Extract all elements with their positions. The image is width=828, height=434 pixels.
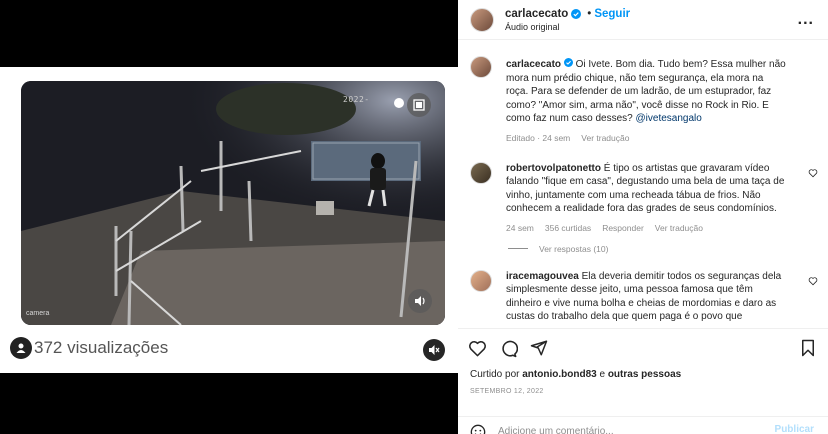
comment-username[interactable]: robertovolpatonetto [506, 163, 601, 174]
like-button[interactable] [468, 339, 487, 358]
post-date: SETEMBRO 12, 2022 [470, 388, 544, 395]
verified-icon [563, 58, 573, 67]
mention-link[interactable]: @ivetesangalo [636, 113, 702, 124]
video-player[interactable]: 2022- camera [21, 81, 445, 325]
likes-prefix: Curtido por [470, 369, 520, 380]
publish-button[interactable]: Publicar [775, 424, 814, 434]
user-icon [10, 337, 32, 359]
caption-edited: Editado · 24 sem [506, 132, 571, 143]
audio-link[interactable]: Áudio original [505, 22, 630, 32]
emoji-icon[interactable] [470, 424, 486, 434]
mute-icon [429, 345, 440, 355]
comment-item: robertovolpatonetto É tipo os artistas q… [458, 152, 828, 233]
more-options-button[interactable]: ... [798, 11, 814, 29]
media-panel: 2022- camera 372 visualizações [0, 0, 458, 434]
video-menu-icon [413, 99, 425, 111]
comment-button[interactable] [499, 339, 518, 358]
comment-username[interactable]: iracemagouvea [506, 271, 579, 282]
mute-button[interactable] [423, 339, 445, 361]
security-camera-footage [21, 81, 445, 325]
separator: • [587, 7, 592, 20]
verified-icon [571, 8, 582, 19]
avatar[interactable] [470, 161, 492, 184]
translate-link[interactable]: Ver tradução [581, 133, 629, 143]
comment-time: 24 sem [506, 222, 534, 233]
liked-by-user[interactable]: antonio.bond83 [522, 369, 596, 380]
view-count: 372 visualizações [10, 337, 168, 359]
share-icon [530, 340, 548, 356]
post-panel: carlacecato • Seguir Áudio original ... … [458, 0, 828, 434]
avatar[interactable] [470, 7, 494, 32]
reply-button[interactable]: Responder [602, 223, 644, 233]
camera-timestamp: 2022- [343, 95, 370, 104]
post-header: carlacecato • Seguir Áudio original ... [458, 0, 828, 40]
caption: carlacecato Oi Ivete. Bom dia. Tudo bem?… [458, 46, 828, 143]
author-username[interactable]: carlacecato [505, 8, 568, 20]
likes-summary: Curtido por antonio.bond83 e outras pess… [458, 369, 828, 380]
camera-label: camera [26, 310, 50, 317]
comment-composer: Publicar [458, 416, 828, 434]
bookmark-icon [802, 339, 814, 357]
comment-likes[interactable]: 356 curtidas [545, 223, 591, 233]
post-actions: Curtido por antonio.bond83 e outras pess… [458, 328, 828, 395]
avatar[interactable] [470, 269, 492, 292]
views-text: 372 visualizações [34, 338, 169, 357]
comment-item: iracemagouvea Ela deveria demitir todos … [458, 260, 828, 324]
video-menu-button[interactable] [407, 93, 431, 117]
avatar[interactable] [470, 56, 492, 78]
likes-others[interactable]: outras pessoas [608, 369, 681, 380]
likes-conjunction: e [599, 369, 606, 380]
volume-icon [415, 296, 425, 306]
view-replies-label: Ver respostas (10) [539, 243, 609, 254]
translate-link[interactable]: Ver tradução [655, 223, 703, 233]
comments-list[interactable]: carlacecato Oi Ivete. Bom dia. Tudo bem?… [458, 46, 828, 328]
view-replies-button[interactable]: Ver respostas (10) [508, 244, 828, 254]
heart-icon [469, 340, 486, 356]
comment-icon [502, 340, 518, 357]
volume-button[interactable] [408, 289, 432, 313]
replies-divider [508, 248, 528, 249]
heart-icon[interactable] [808, 276, 818, 286]
media-container: 2022- camera 372 visualizações [0, 67, 458, 373]
caption-username[interactable]: carlacecato [506, 59, 561, 70]
save-button[interactable] [800, 339, 816, 362]
comment-input[interactable] [498, 426, 748, 434]
share-button[interactable] [530, 339, 548, 357]
heart-icon[interactable] [808, 168, 818, 178]
follow-button[interactable]: Seguir [594, 8, 630, 20]
